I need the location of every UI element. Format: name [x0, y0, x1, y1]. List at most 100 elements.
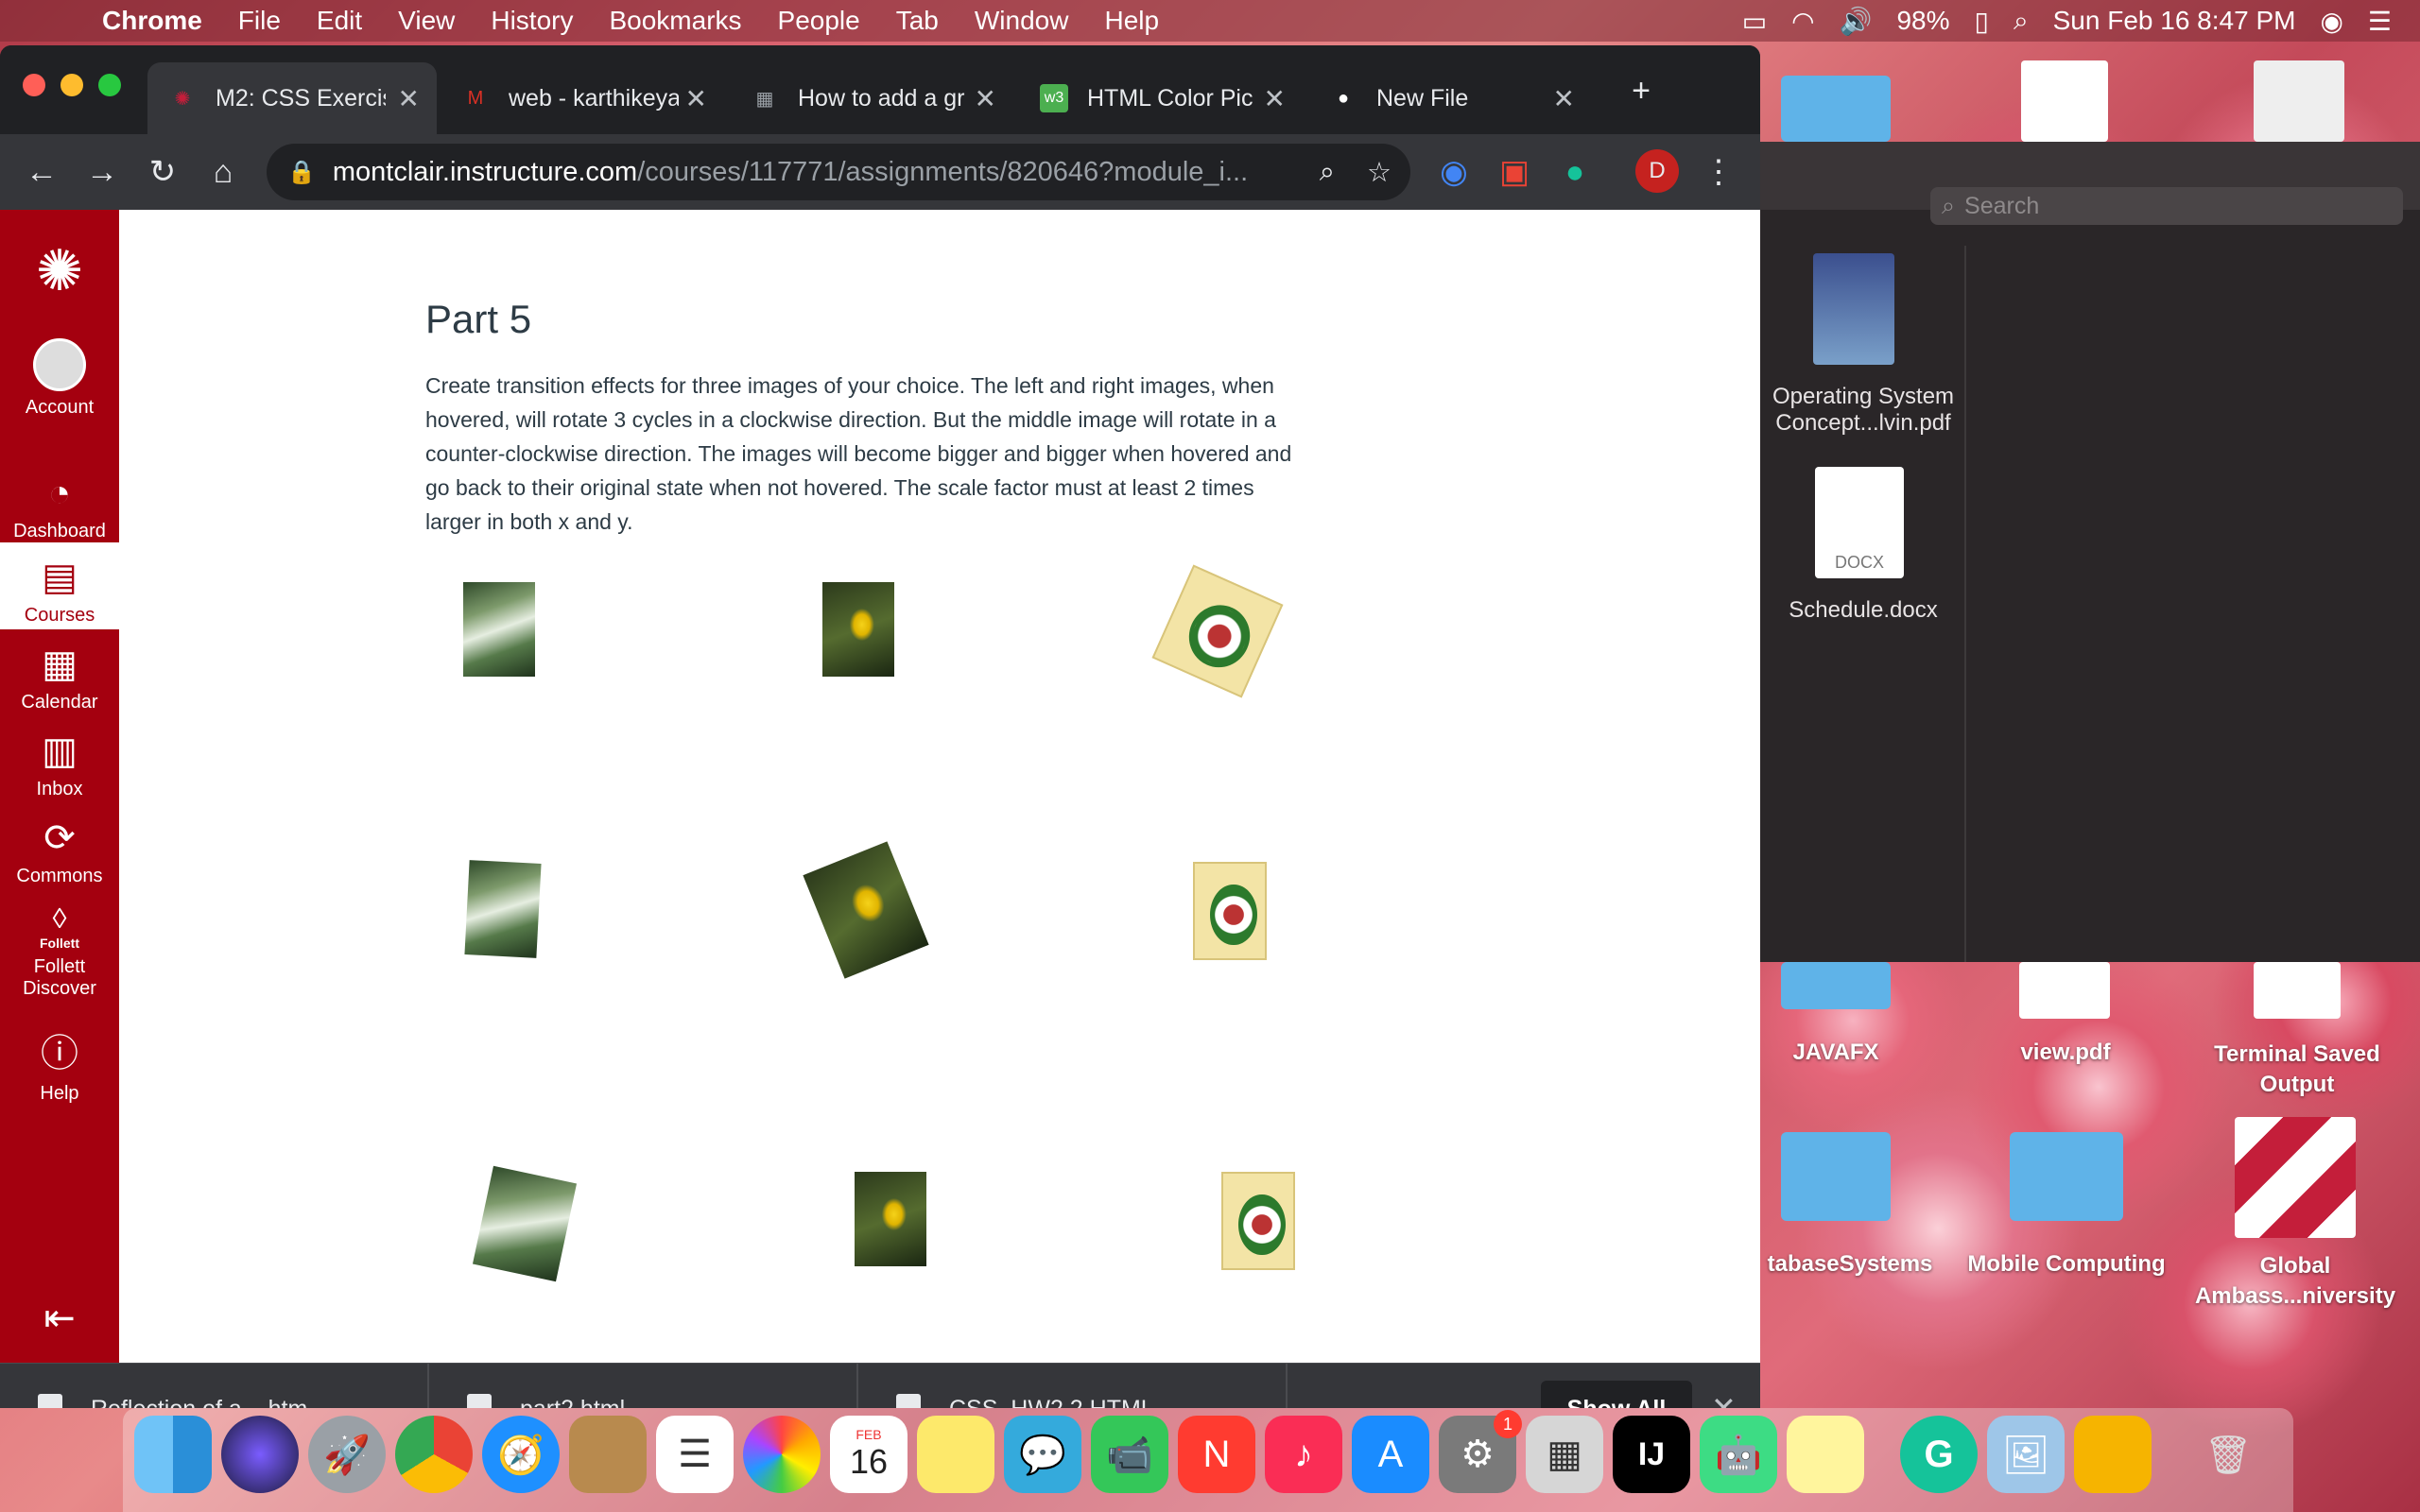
image-trees-left[interactable]	[463, 582, 535, 677]
nav-commons[interactable]: ⟳ Commons	[0, 816, 119, 887]
image-seal-right[interactable]	[1221, 1172, 1295, 1270]
image-trees-left[interactable]	[464, 860, 542, 958]
android-studio-dock-icon[interactable]: 🤖	[1700, 1416, 1777, 1493]
desktop-item-mobile-computing[interactable]: Mobile Computing	[1953, 1251, 2180, 1278]
tab-html-color-picker[interactable]: w3 HTML Color Pic ✕	[1019, 62, 1303, 134]
desktop-item-javafx[interactable]: JAVAFX	[1760, 1040, 1911, 1066]
chrome-dock-icon[interactable]	[395, 1416, 473, 1493]
profile-avatar[interactable]: D	[1635, 149, 1679, 193]
extension-icon[interactable]: ▣	[1490, 147, 1539, 197]
launchpad-dock-icon[interactable]: 🚀	[308, 1416, 386, 1493]
image-seal-right[interactable]	[1193, 862, 1267, 960]
calendar-dock-icon[interactable]: FEB 16	[830, 1416, 908, 1493]
app-dock-icon[interactable]	[2074, 1416, 2152, 1493]
desktop-item-global-ambassador[interactable]: Global Ambass...niversity	[2174, 1251, 2416, 1312]
university-logo-image[interactable]	[2235, 1117, 2356, 1238]
airplay-icon[interactable]: ▭	[1742, 6, 1767, 37]
calculator-dock-icon[interactable]: ▦	[1526, 1416, 1603, 1493]
reminders-dock-icon[interactable]: ☰	[656, 1416, 734, 1493]
nav-dashboard[interactable]: ◔ Dashboard	[0, 472, 119, 542]
tab-canvas-assignment[interactable]: ✺ M2: CSS Exercis ✕	[147, 62, 437, 134]
document-icon[interactable]	[2254, 60, 2344, 142]
docx-file-icon[interactable]: DOCX	[1815, 467, 1904, 578]
back-arrow-icon[interactable]: ←	[17, 147, 66, 197]
music-dock-icon[interactable]: ♪	[1265, 1416, 1342, 1493]
menu-file[interactable]: File	[238, 6, 281, 36]
safari-dock-icon[interactable]: 🧭	[482, 1416, 560, 1493]
image-trees-left[interactable]	[472, 1165, 578, 1282]
collapse-nav-icon[interactable]: ⇤	[0, 1297, 119, 1340]
tab-gmail[interactable]: M web - karthikeya ✕	[441, 62, 724, 134]
reload-icon[interactable]: ↻	[138, 147, 187, 197]
folder-icon[interactable]	[1781, 962, 1891, 1009]
close-window-button[interactable]	[23, 74, 45, 96]
app-store-dock-icon[interactable]: A	[1352, 1416, 1429, 1493]
chevron-up-icon[interactable]: ︿	[794, 1392, 819, 1409]
messages-dock-icon[interactable]: 💬	[1004, 1416, 1081, 1493]
facetime-dock-icon[interactable]: 📹	[1091, 1416, 1168, 1493]
trash-dock-icon[interactable]: 🗑	[2189, 1416, 2267, 1493]
extension-search-icon[interactable]: ◉	[1429, 147, 1478, 197]
bookmark-star-icon[interactable]: ☆	[1367, 156, 1392, 189]
minimize-window-button[interactable]	[60, 74, 83, 96]
intellij-dock-icon[interactable]: IJ	[1613, 1416, 1690, 1493]
image-bird-middle[interactable]	[855, 1172, 926, 1266]
menu-view[interactable]: View	[398, 6, 455, 36]
chrome-menu-icon[interactable]: ⋮	[1694, 147, 1743, 197]
notes-dock-icon[interactable]	[917, 1416, 994, 1493]
menu-help[interactable]: Help	[1104, 6, 1159, 36]
menu-bookmarks[interactable]: Bookmarks	[609, 6, 741, 36]
download-item[interactable]: Reflection of a....htm ︿	[0, 1364, 429, 1408]
pdf-file-icon[interactable]	[2019, 962, 2110, 1019]
clock[interactable]: Sun Feb 16 8:47 PM	[2053, 6, 2296, 36]
notification-center-icon[interactable]: ☰	[2368, 6, 2392, 37]
close-tab-icon[interactable]: ✕	[685, 83, 707, 114]
siri-icon[interactable]: ◉	[2320, 6, 2342, 37]
stickies-dock-icon[interactable]	[1787, 1416, 1864, 1493]
home-icon[interactable]: ⌂	[199, 147, 248, 197]
spotlight-search-icon[interactable]: ⌕	[2014, 6, 2029, 37]
folder-icon[interactable]	[2010, 1132, 2123, 1221]
image-bird-middle[interactable]	[803, 841, 929, 979]
news-dock-icon[interactable]: N	[1178, 1416, 1255, 1493]
image-seal-right[interactable]	[1151, 564, 1284, 698]
contacts-dock-icon[interactable]	[569, 1416, 647, 1493]
new-tab-plus-icon[interactable]: +	[1616, 66, 1666, 115]
folder-icon[interactable]	[1781, 76, 1891, 142]
preview-dock-icon[interactable]: 🖼	[1987, 1416, 2065, 1493]
photos-dock-icon[interactable]	[743, 1416, 821, 1493]
close-downloads-icon[interactable]: ✕	[1711, 1390, 1737, 1408]
nav-follett-discover[interactable]: ◊ Follett Follett Discover	[0, 903, 119, 1000]
tab-how-to-add[interactable]: ▦ How to add a gr ✕	[730, 62, 1013, 134]
siri-dock-icon[interactable]	[221, 1416, 299, 1493]
zoom-window-button[interactable]	[98, 74, 121, 96]
download-item[interactable]: CSS_HW2.2.HTML ︿	[858, 1364, 1288, 1408]
menu-window[interactable]: Window	[975, 6, 1069, 36]
close-tab-icon[interactable]: ✕	[1553, 83, 1575, 114]
chevron-up-icon[interactable]: ︿	[365, 1392, 389, 1409]
lock-icon[interactable]: 🔒	[287, 159, 316, 186]
address-bar[interactable]: 🔒 montclair.instructure.com/courses/1177…	[267, 144, 1410, 200]
menu-app-name[interactable]: Chrome	[102, 6, 202, 36]
volume-icon[interactable]: 🔊	[1840, 6, 1873, 37]
finder-search-field[interactable]: ⌕ Search	[1930, 187, 2403, 225]
tab-new-file[interactable]: ● New File ✕	[1308, 62, 1592, 134]
nav-account[interactable]: Account	[0, 338, 119, 419]
menu-tab[interactable]: Tab	[896, 6, 939, 36]
close-tab-icon[interactable]: ✕	[398, 83, 420, 114]
grammarly-dock-icon[interactable]: G	[1900, 1416, 1978, 1493]
finder-file-schedule[interactable]: Schedule.docx	[1760, 597, 1966, 624]
nav-courses[interactable]: ▤ Courses	[0, 542, 119, 629]
desktop-item-terminal-output[interactable]: Terminal Saved Output	[2193, 1040, 2401, 1100]
chevron-up-icon[interactable]: ︿	[1223, 1392, 1248, 1409]
forward-arrow-icon[interactable]: →	[78, 147, 127, 197]
wifi-icon[interactable]: ◠	[1791, 6, 1814, 37]
nav-inbox[interactable]: ▥ Inbox	[0, 730, 119, 800]
zoom-magnifier-icon[interactable]: ⌕	[1320, 157, 1335, 188]
desktop-item-view-pdf[interactable]: view.pdf	[1985, 1040, 2146, 1066]
system-preferences-dock-icon[interactable]: ⚙ 1	[1439, 1410, 1522, 1493]
canvas-logo-icon[interactable]: ✺	[0, 238, 119, 304]
menu-history[interactable]: History	[491, 6, 573, 36]
battery-icon[interactable]: ▯	[1975, 6, 1989, 37]
image-bird-middle[interactable]	[822, 582, 894, 677]
